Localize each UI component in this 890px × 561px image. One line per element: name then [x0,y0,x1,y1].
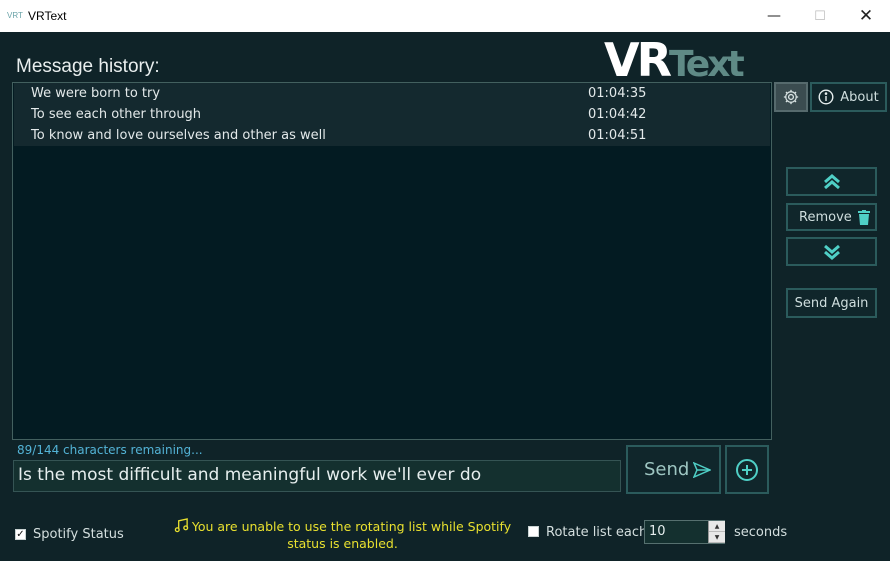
rotate-interval-stepper[interactable]: ▲ ▼ [708,521,725,543]
send-arrow-icon [693,461,711,478]
stepper-up-arrow[interactable]: ▲ [709,521,725,532]
gear-icon [782,88,800,106]
list-item-message: We were born to try [31,86,161,101]
rotate-list-checkbox[interactable] [528,526,539,537]
spotify-status-checkbox[interactable]: ✓ [15,529,26,540]
logo-part-text: Text [669,44,745,85]
trash-icon [858,209,870,225]
list-item[interactable]: We were born to try 01:04:35 [14,83,770,104]
characters-remaining: 89/144 characters remaining... [17,443,203,457]
spotify-warning: You are unable to use the rotating list … [170,518,515,552]
seconds-label: seconds [734,525,788,540]
list-item[interactable]: To see each other through 01:04:42 [14,104,770,125]
double-chevron-down-icon [823,244,841,260]
minimize-button[interactable]: — [751,0,797,32]
add-button[interactable] [725,445,769,494]
list-item-time: 01:04:51 [588,128,647,143]
window-title: VRText [28,9,67,23]
music-note-icon [174,518,189,533]
stepper-down-arrow[interactable]: ▼ [709,532,725,543]
list-item-time: 01:04:35 [588,86,647,101]
spotify-status-label[interactable]: Spotify Status [33,527,124,542]
main-content: Message history: VRText We were born to … [0,32,890,561]
about-button[interactable]: About [810,82,887,112]
rotate-list-label[interactable]: Rotate list each [546,525,647,540]
move-up-button[interactable] [786,167,877,196]
list-item[interactable]: To know and love ourselves and other as … [14,125,770,146]
settings-button[interactable] [774,82,808,112]
about-label: About [840,89,879,105]
message-input[interactable]: Is the most difficult and meaningful wor… [13,460,621,492]
remove-label: Remove [799,209,852,225]
send-again-button[interactable]: Send Again [786,288,877,318]
send-button[interactable]: Send [626,445,721,494]
move-down-button[interactable] [786,237,877,266]
list-item-message: To see each other through [31,107,202,122]
close-button[interactable]: ✕ [843,0,889,32]
message-history-heading: Message history: [16,56,160,77]
spotify-warning-text: You are unable to use the rotating list … [191,519,512,551]
maximize-button[interactable]: ☐ [797,0,843,32]
app-icon: VRT [7,11,23,20]
list-item-time: 01:04:42 [588,107,647,122]
list-item-message: To know and love ourselves and other as … [31,128,326,143]
title-bar: VRT VRText — ☐ ✕ [0,0,890,33]
send-label: Send [644,459,690,480]
remove-button[interactable]: Remove [786,203,877,231]
message-history-list[interactable]: We were born to try 01:04:35 To see each… [12,82,772,440]
info-icon [818,89,834,105]
plus-circle-icon [735,458,759,482]
double-chevron-up-icon [823,173,841,190]
logo-part-vr: VR [604,33,672,87]
